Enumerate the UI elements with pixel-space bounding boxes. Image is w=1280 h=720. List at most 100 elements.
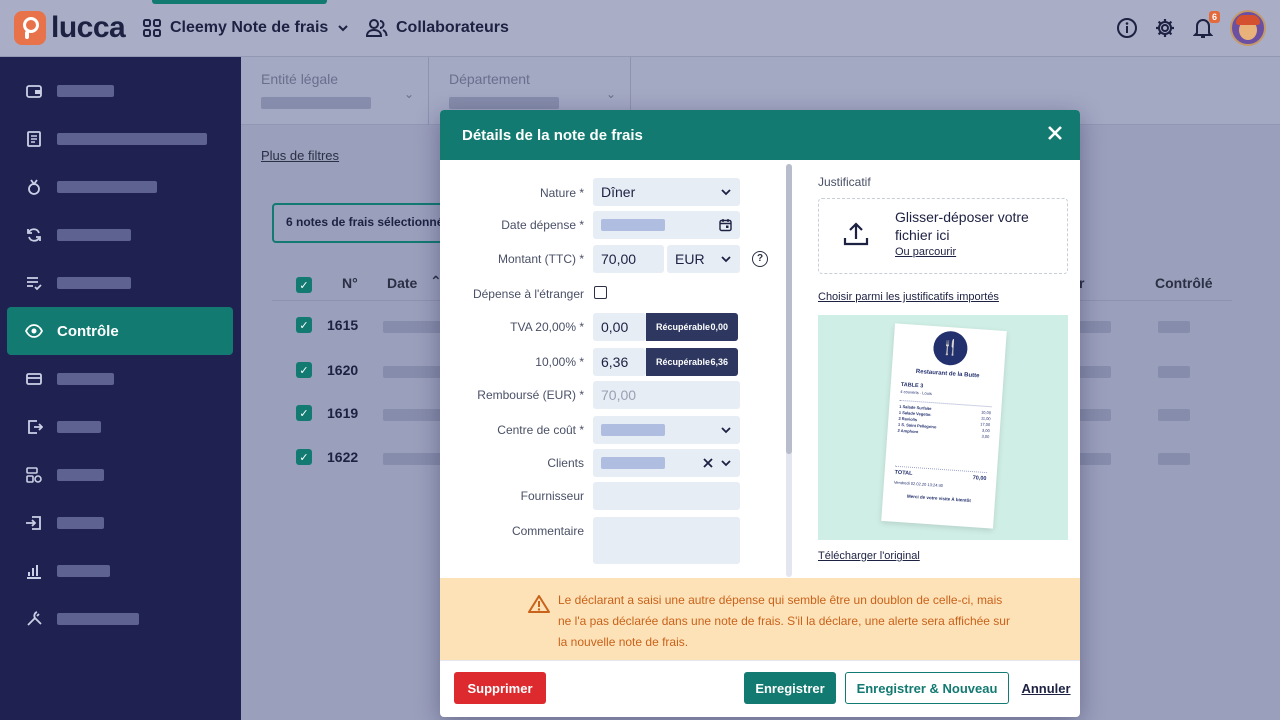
amount-input[interactable]: 70,00: [593, 245, 664, 273]
sidebar-item-4[interactable]: [7, 211, 233, 259]
modal-header: Détails de la note de frais: [440, 110, 1080, 160]
sidebar-item-8[interactable]: [7, 403, 233, 451]
delete-button[interactable]: Supprimer: [454, 672, 546, 704]
nature-select[interactable]: Dîner: [593, 178, 740, 206]
abroad-checkbox[interactable]: [594, 286, 607, 299]
chevron-down-icon: ⌄: [605, 87, 616, 101]
download-original-link[interactable]: Télécharger l'original: [818, 550, 920, 562]
chart-icon: [25, 562, 43, 580]
abroad-label: Dépense à l'étranger: [472, 287, 584, 301]
department-filter-label: Département: [449, 71, 530, 87]
row-checkbox[interactable]: ✓: [296, 405, 312, 421]
sidebar-item-11[interactable]: [7, 547, 233, 595]
row-checkbox[interactable]: ✓: [296, 449, 312, 465]
sidebar-item-3[interactable]: [7, 163, 233, 211]
vat10-input[interactable]: 6,36: [593, 348, 646, 376]
sidebar-item-5[interactable]: [7, 259, 233, 307]
choose-imported-link[interactable]: Choisir parmi les justificatifs importés: [818, 291, 999, 303]
close-button[interactable]: [1044, 124, 1066, 146]
users-icon: [366, 19, 388, 37]
sidebar-item-placeholder: [57, 613, 139, 625]
stack-icon: [25, 466, 43, 484]
logo-text: lucca: [51, 11, 126, 44]
date-label: Date dépense *: [501, 218, 584, 232]
chevron-down-icon: [721, 189, 731, 196]
column-date[interactable]: Date: [387, 275, 417, 291]
amount-label: Montant (TTC) *: [497, 252, 584, 266]
calendar-icon: [719, 219, 732, 232]
info-button[interactable]: [1116, 17, 1138, 39]
date-placeholder: [601, 219, 665, 231]
help-icon[interactable]: ?: [752, 251, 768, 267]
currency-select[interactable]: EUR: [667, 245, 740, 273]
file-dropzone[interactable]: Glisser-déposer votre fichier ici Ou par…: [818, 198, 1068, 274]
supplier-input[interactable]: [593, 482, 740, 510]
entity-filter-label: Entité légale: [261, 71, 339, 87]
sidebar-item-placeholder: [57, 229, 131, 241]
more-filters-link[interactable]: Plus de filtres: [261, 148, 339, 163]
clear-icon[interactable]: [703, 458, 713, 468]
sidebar-item-placeholder: [57, 277, 131, 289]
selection-summary[interactable]: 6 notes de frais sélectionnée(s): [272, 203, 452, 243]
row-number: 1620: [327, 362, 359, 378]
row-cell-placeholder: [383, 409, 443, 421]
receipt-preview[interactable]: 🍴 Restaurant de la Butte TABLE 3 4 couve…: [818, 315, 1068, 540]
notifications-button[interactable]: 6: [1192, 11, 1220, 39]
import-icon: [25, 514, 43, 532]
receipt-thanks: Merci de votre visite À bientôt: [906, 493, 972, 504]
sidebar-item-label: Contrôle: [57, 322, 119, 340]
nature-value: Dîner: [601, 184, 636, 200]
browse-link[interactable]: Ou parcourir: [895, 246, 956, 258]
notification-badge: 6: [1208, 11, 1220, 23]
tools-icon: [25, 610, 43, 628]
row-cell-placeholder: [1079, 453, 1111, 465]
vat10-value: 6,36: [601, 354, 629, 370]
sidebar-item-placeholder: [57, 85, 114, 97]
column-number[interactable]: N°: [342, 275, 358, 291]
date-field[interactable]: [593, 211, 740, 239]
row-number: 1615: [327, 317, 359, 333]
settings-button[interactable]: [1154, 17, 1176, 39]
app-switcher[interactable]: Cleemy Note de frais: [142, 18, 350, 38]
currency-value: EUR: [675, 251, 705, 267]
receipt-icon: [25, 130, 43, 148]
collaborators-link[interactable]: Collaborateurs: [366, 18, 509, 38]
row-number: 1622: [327, 449, 359, 465]
vat20-input[interactable]: 0,00: [593, 313, 646, 341]
cost-center-select[interactable]: [593, 416, 740, 444]
column-control[interactable]: Contrôlé: [1155, 275, 1213, 291]
row-number: 1619: [327, 405, 359, 421]
lucca-logo[interactable]: lucca: [14, 11, 126, 45]
sidebar-item-10[interactable]: [7, 499, 233, 547]
row-checkbox[interactable]: ✓: [296, 317, 312, 333]
clients-select[interactable]: [593, 449, 740, 477]
clients-label: Clients: [547, 456, 584, 470]
refund-input[interactable]: 70,00: [593, 381, 740, 409]
select-all-checkbox[interactable]: ✓: [296, 277, 312, 293]
sidebar-item-7[interactable]: [7, 355, 233, 403]
sidebar-item-12[interactable]: [7, 595, 233, 643]
chevron-down-icon: [721, 256, 731, 263]
row-cell-placeholder: [383, 453, 443, 465]
cancel-button[interactable]: Annuler: [1021, 672, 1070, 704]
sidebar-item-placeholder: [57, 181, 157, 193]
user-avatar[interactable]: [1230, 10, 1266, 46]
sidebar-item-placeholder: [57, 565, 110, 577]
chevron-down-icon: ⌄: [403, 87, 414, 101]
row-checkbox[interactable]: ✓: [296, 362, 312, 378]
sidebar-item-controle[interactable]: Contrôle: [7, 307, 233, 355]
entity-filter[interactable]: Entité légale ⌄: [241, 57, 429, 125]
save-and-new-button[interactable]: Enregistrer & Nouveau: [845, 672, 1009, 704]
row-cell-placeholder: [1158, 453, 1190, 465]
vat20-label: TVA 20,00% *: [510, 320, 584, 334]
sidebar-item-1[interactable]: [7, 67, 233, 115]
comment-textarea[interactable]: [593, 517, 740, 564]
form-scrollbar-thumb[interactable]: [786, 164, 792, 454]
sidebar-item-9[interactable]: [7, 451, 233, 499]
filter-value-placeholder: [449, 97, 559, 109]
save-button[interactable]: Enregistrer: [744, 672, 836, 704]
modal-title: Détails de la note de frais: [462, 126, 643, 144]
sidebar-item-placeholder: [57, 133, 207, 145]
duplicate-warning: Le déclarant a saisi une autre dépense q…: [440, 578, 1080, 660]
sidebar-item-2[interactable]: [7, 115, 233, 163]
